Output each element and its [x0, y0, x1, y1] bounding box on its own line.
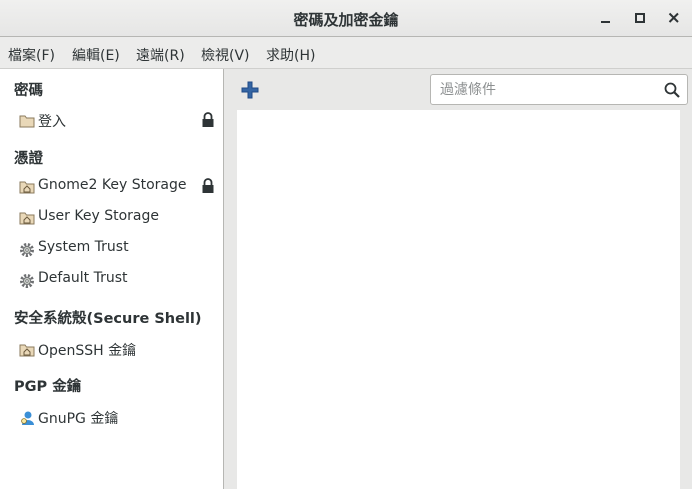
home-folder-icon — [19, 344, 35, 357]
sidebar-item-label: OpenSSH 金鑰 — [38, 343, 137, 359]
plus-icon — [241, 81, 259, 99]
sidebar-item-system-trust[interactable]: System Trust — [18, 238, 218, 260]
section-heading-passwords: 密碼 — [14, 83, 43, 99]
section-heading-secure-shell: 安全系統殼(Secure Shell) — [14, 311, 202, 327]
maximize-icon — [635, 13, 645, 23]
search-box[interactable] — [430, 74, 688, 105]
gear-icon — [20, 274, 34, 288]
menu-file[interactable]: 檔案(F) — [8, 45, 55, 65]
menu-edit[interactable]: 編輯(E) — [72, 45, 120, 65]
sidebar-item-openssh-keys[interactable]: OpenSSH 金鑰 — [18, 339, 218, 361]
maximize-button[interactable] — [630, 8, 650, 28]
add-button[interactable] — [240, 80, 260, 100]
keyring-sidebar: 密碼 登入 憑證 Gnome2 Key Storage User Key Sto… — [0, 69, 224, 489]
section-heading-pgp-keys: PGP 金鑰 — [14, 379, 82, 395]
close-button[interactable] — [664, 8, 684, 28]
sidebar-item-gnome2-key-storage[interactable]: Gnome2 Key Storage — [18, 176, 218, 198]
main-content — [225, 69, 692, 489]
menu-view[interactable]: 檢視(V) — [201, 45, 250, 65]
folder-icon — [19, 115, 35, 128]
menu-help[interactable]: 求助(H) — [266, 45, 315, 65]
close-icon — [668, 12, 679, 23]
menu-remote[interactable]: 遠端(R) — [136, 45, 185, 65]
lock-icon — [202, 112, 214, 127]
title-bar: 密碼及加密金鑰 — [0, 0, 692, 37]
minimize-button[interactable] — [596, 8, 616, 28]
key-list[interactable] — [237, 110, 680, 489]
sidebar-item-label: System Trust — [38, 239, 129, 255]
filter-input[interactable] — [440, 79, 655, 101]
sidebar-item-label: Default Trust — [38, 270, 128, 286]
search-icon[interactable] — [663, 81, 681, 99]
sidebar-item-label: Gnome2 Key Storage — [38, 177, 187, 193]
minimize-icon — [601, 21, 610, 23]
section-heading-certificates: 憑證 — [14, 151, 43, 167]
home-folder-icon — [19, 181, 35, 194]
person-key-icon — [21, 411, 34, 425]
home-folder-icon — [19, 212, 35, 225]
sidebar-item-gnupg-keys[interactable]: GnuPG 金鑰 — [18, 407, 218, 429]
sidebar-item-user-key-storage[interactable]: User Key Storage — [18, 207, 218, 229]
sidebar-item-label: GnuPG 金鑰 — [38, 411, 119, 427]
window-title: 密碼及加密金鑰 — [293, 11, 399, 29]
sidebar-item-label: 登入 — [38, 114, 66, 130]
gear-icon — [20, 243, 34, 257]
sidebar-item-default-trust[interactable]: Default Trust — [18, 269, 218, 291]
lock-icon — [202, 178, 214, 193]
sidebar-item-label: User Key Storage — [38, 208, 159, 224]
menu-bar: 檔案(F) 編輯(E) 遠端(R) 檢視(V) 求助(H) — [0, 37, 692, 69]
sidebar-item-login[interactable]: 登入 — [18, 110, 218, 132]
